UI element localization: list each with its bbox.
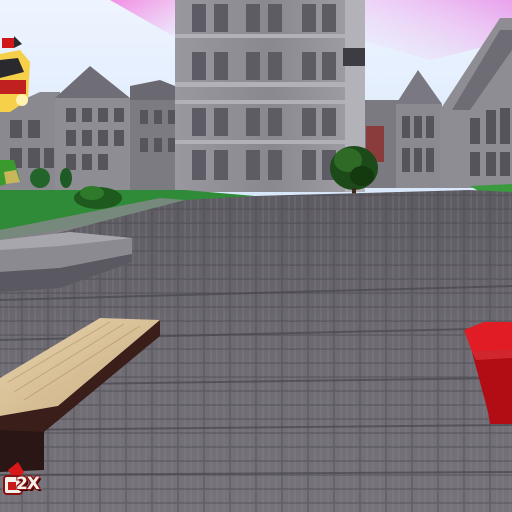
- hud-character-badge[interactable]: 2X: [2, 462, 56, 502]
- hud-badge-label: 2X: [16, 474, 40, 494]
- game-viewport: [0, 0, 512, 512]
